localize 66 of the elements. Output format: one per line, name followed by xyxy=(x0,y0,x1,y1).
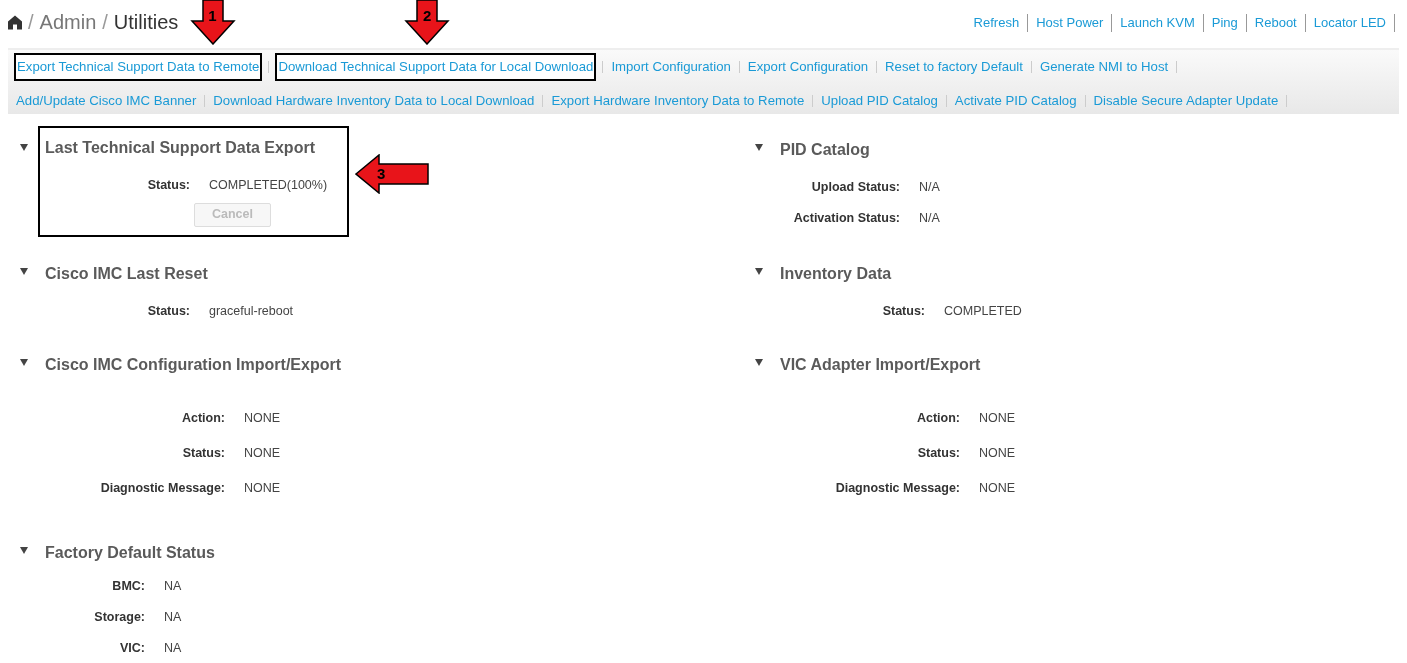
breadcrumb-separator: / xyxy=(102,10,108,35)
field-value: NONE xyxy=(244,410,281,427)
field-label: Diagnostic Message: xyxy=(99,479,225,497)
field-label: Diagnostic Message: xyxy=(834,479,960,497)
toolbar-link[interactable]: Disable Secure Adapter Update xyxy=(1091,91,1281,111)
home-icon[interactable] xyxy=(8,14,22,30)
toolbar-link[interactable]: Upload PID Catalog xyxy=(819,91,940,111)
field-value: NA xyxy=(164,639,182,657)
field-label: Action: xyxy=(915,410,960,427)
header-link[interactable]: Host Power xyxy=(1028,13,1112,33)
section-title: Factory Default Status xyxy=(45,543,215,563)
toolbar-link[interactable]: Add/Update Cisco IMC Banner xyxy=(14,91,199,111)
callout-number: 2 xyxy=(422,6,433,27)
toolbar-link[interactable]: Reset to factory Default xyxy=(883,57,1025,77)
field-value: NONE xyxy=(244,444,281,462)
field-value: NA xyxy=(164,578,182,595)
toolbar-link[interactable]: Export Configuration xyxy=(745,57,871,77)
field-value: COMPLETED xyxy=(944,303,1022,320)
field-label: Upload Status: xyxy=(810,179,900,196)
field-label: Status: xyxy=(146,177,190,194)
field-label: Status: xyxy=(881,303,925,320)
collapse-triangle-icon[interactable] xyxy=(20,359,28,366)
field-label: Action: xyxy=(180,410,225,427)
toolbar-link[interactable]: Export Hardware Inventory Data to Remote xyxy=(549,91,807,111)
callout-number: 1 xyxy=(207,6,218,27)
toolbar-link[interactable]: Import Configuration xyxy=(609,57,733,77)
breadcrumb-link[interactable]: Admin xyxy=(39,7,97,37)
field-value: NA xyxy=(164,608,182,626)
field-label: Status: xyxy=(916,444,960,462)
header-link[interactable]: Launch KVM xyxy=(1112,13,1203,33)
field-value: N/A xyxy=(919,179,940,196)
collapse-triangle-icon[interactable] xyxy=(20,144,28,151)
section-title: Cisco IMC Configuration Import/Export xyxy=(45,355,341,375)
toolbar-link[interactable]: Download Hardware Inventory Data to Local Download xyxy=(211,91,537,111)
header-link[interactable]: Reboot xyxy=(1246,13,1305,33)
field-value: COMPLETED(100%) xyxy=(209,177,328,194)
section-title: Last Technical Support Data Export xyxy=(45,138,316,158)
toolbar-link[interactable]: Activate PID Catalog xyxy=(952,91,1079,111)
field-value: graceful-reboot xyxy=(209,303,294,320)
breadcrumb-separator: / xyxy=(28,10,34,35)
field-label: Storage: xyxy=(93,608,145,626)
field-value: NONE xyxy=(979,479,1016,497)
collapse-triangle-icon[interactable] xyxy=(755,268,763,275)
section-title: Cisco IMC Last Reset xyxy=(45,264,209,284)
collapse-triangle-icon[interactable] xyxy=(20,547,28,554)
field-value: N/A xyxy=(919,209,940,227)
section-title: Inventory Data xyxy=(780,264,893,284)
header-link[interactable]: Locator LED xyxy=(1305,13,1394,33)
field-value: NONE xyxy=(244,479,281,497)
field-label: Activation Status: xyxy=(792,209,900,227)
field-value: NONE xyxy=(979,444,1016,462)
callout-number: 3 xyxy=(377,164,386,184)
toolbar-link[interactable]: Generate NMI to Host xyxy=(1037,57,1171,77)
field-label: Status: xyxy=(146,303,190,320)
field-label: Status: xyxy=(181,444,225,462)
section-title: PID Catalog xyxy=(780,140,871,160)
collapse-triangle-icon[interactable] xyxy=(20,268,28,275)
collapse-triangle-icon[interactable] xyxy=(755,144,763,151)
field-label: VIC: xyxy=(119,639,145,657)
header-link[interactable]: Refresh xyxy=(965,13,1028,33)
section-title: VIC Adapter Import/Export xyxy=(780,355,982,375)
breadcrumb-current: Utilities xyxy=(113,10,179,35)
collapse-triangle-icon[interactable] xyxy=(755,359,763,366)
header-link[interactable]: Ping xyxy=(1203,13,1246,33)
field-value: NONE xyxy=(979,410,1016,427)
field-label: BMC: xyxy=(111,578,145,595)
